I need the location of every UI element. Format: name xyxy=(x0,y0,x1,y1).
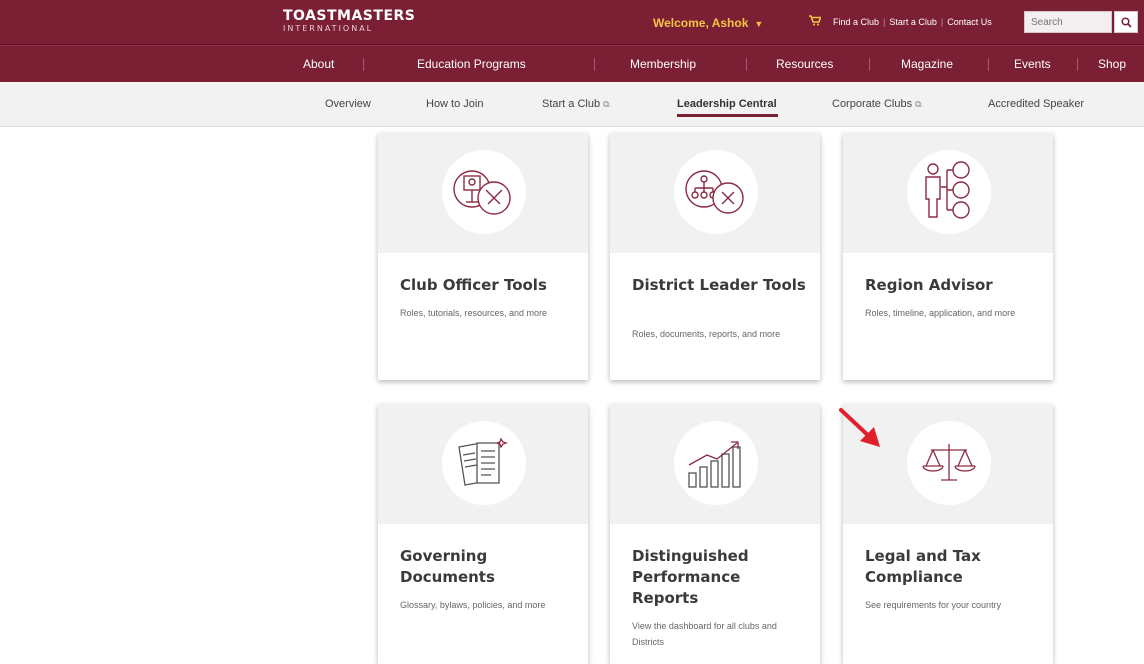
main-nav: About Education Programs Membership Reso… xyxy=(0,45,1144,82)
nav-about[interactable]: About xyxy=(303,57,334,71)
card-title: District Leader Tools xyxy=(632,276,806,294)
logo-subtitle: INTERNATIONAL xyxy=(283,24,374,33)
find-club-link[interactable]: Find a Club xyxy=(833,17,879,27)
sub-nav: Overview How to Join Start a Club ⧉ Leade… xyxy=(0,82,1144,127)
red-arrow-annotation xyxy=(839,408,880,447)
logo-wordmark: TOASTMASTERS xyxy=(283,8,416,24)
search-icon xyxy=(1120,16,1132,28)
top-bar: TOASTMASTERS INTERNATIONAL Welcome, Asho… xyxy=(0,0,1144,45)
external-link-icon: ⧉ xyxy=(915,99,922,109)
card-description: Glossary, bylaws, policies, and more xyxy=(400,600,546,610)
podium-tools-icon xyxy=(442,150,526,234)
welcome-text: Welcome, Ashok xyxy=(653,16,749,30)
card-description: View the dashboard for all clubs and Dis… xyxy=(632,621,777,647)
card-district-leader-tools[interactable]: District Leader Tools Roles, documents, … xyxy=(610,133,820,380)
card-description: See requirements for your country xyxy=(865,600,1002,610)
card-title: Distinguished Performance Reports xyxy=(632,547,749,607)
nav-resources[interactable]: Resources xyxy=(776,57,833,71)
card-description: Roles, documents, reports, and more xyxy=(632,329,781,339)
scales-icon xyxy=(907,421,991,505)
card-region-advisor[interactable]: Region Advisor Roles, timeline, applicat… xyxy=(843,133,1053,380)
start-club-link[interactable]: Start a Club xyxy=(889,17,937,27)
user-menu[interactable]: Welcome, Ashok ▼ xyxy=(653,16,763,30)
documents-icon xyxy=(442,421,526,505)
card-description: Roles, timeline, application, and more xyxy=(865,308,1016,318)
subnav-corporate-clubs[interactable]: Corporate Clubs ⧉ xyxy=(832,98,922,110)
search-input[interactable] xyxy=(1024,11,1112,33)
subnav-accredited-speaker[interactable]: Accredited Speaker xyxy=(988,98,1084,110)
nav-magazine[interactable]: Magazine xyxy=(901,57,953,71)
subnav-overview[interactable]: Overview xyxy=(325,98,371,110)
card-title: Region Advisor xyxy=(865,276,993,294)
org-chart-tools-icon xyxy=(674,150,758,234)
chevron-down-icon: ▼ xyxy=(754,19,764,29)
subnav-leadership-central[interactable]: Leadership Central xyxy=(677,98,777,110)
nav-membership[interactable]: Membership xyxy=(630,57,696,71)
card-description: Roles, tutorials, resources, and more xyxy=(400,308,548,318)
subnav-how-to-join[interactable]: How to Join xyxy=(426,98,483,110)
subnav-start-a-club[interactable]: Start a Club ⧉ xyxy=(542,98,610,110)
card-distinguished-performance-reports[interactable]: Distinguished Performance Reports View t… xyxy=(610,404,820,664)
card-governing-documents[interactable]: Governing Documents Glossary, bylaws, po… xyxy=(378,404,588,664)
card-title: Club Officer Tools xyxy=(400,276,547,294)
external-link-icon: ⧉ xyxy=(603,99,610,109)
contact-us-link[interactable]: Contact Us xyxy=(947,17,992,27)
growth-chart-icon xyxy=(674,421,758,505)
toastmasters-logo[interactable]: TOASTMASTERS INTERNATIONAL xyxy=(283,8,416,34)
advisor-icon xyxy=(907,150,991,234)
nav-shop[interactable]: Shop xyxy=(1098,57,1126,71)
nav-education-programs[interactable]: Education Programs xyxy=(417,57,526,71)
card-title: Governing Documents xyxy=(400,547,495,586)
search-button[interactable] xyxy=(1114,11,1138,33)
utility-links: Find a Club | Start a Club | Contact Us xyxy=(833,17,992,27)
cart-icon[interactable] xyxy=(809,15,822,29)
active-tab-indicator xyxy=(677,114,778,117)
card-title: Legal and Tax Compliance xyxy=(865,547,981,586)
nav-events[interactable]: Events xyxy=(1014,57,1051,71)
card-club-officer-tools[interactable]: Club Officer Tools Roles, tutorials, res… xyxy=(378,133,588,380)
